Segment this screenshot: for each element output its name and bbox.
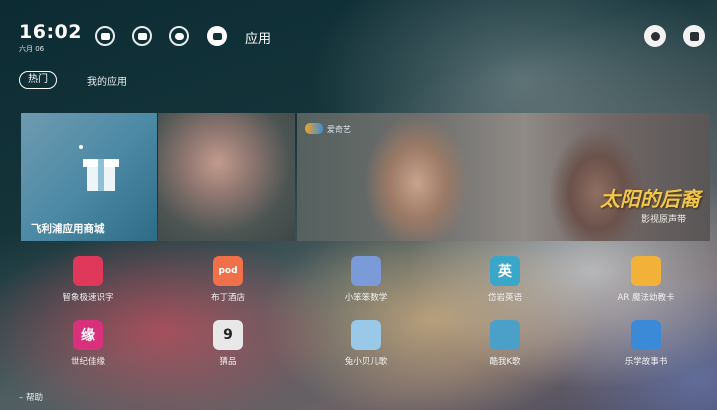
gear-icon[interactable] [644, 25, 666, 47]
app-label: AR 魔法幼教卡 [617, 293, 675, 303]
gamepad-icon[interactable] [169, 26, 189, 46]
app-label: 小笨笨数学 [344, 293, 388, 303]
app-tile[interactable]: 兔小贝儿歌 [306, 320, 426, 367]
guess-icon: 9 [213, 320, 243, 350]
app-label: 兔小贝儿歌 [344, 357, 388, 367]
app-store-banner[interactable]: 飞利浦应用商城 [21, 113, 157, 241]
bunny-icon [351, 320, 381, 350]
tab-hot[interactable]: 热门 [19, 71, 57, 89]
apps-icon[interactable] [207, 26, 227, 46]
jiayuan-glyph: 缘 [81, 328, 95, 344]
tab-my-apps[interactable]: 我的应用 [87, 73, 127, 88]
input-source-icon[interactable] [683, 25, 705, 47]
tv-app-screen: 16:02 六月 06 应用 热门 我的应用 飞利浦应用商城 爱奇艺 太阳的后裔… [0, 0, 717, 410]
drama-subtitle: 影视原声带 [640, 215, 686, 225]
app-tile[interactable]: 智象极速识字 [28, 256, 148, 303]
clock: 16:02 [19, 21, 82, 43]
english-book-icon: 英 [490, 256, 520, 286]
owl-book-icon [73, 256, 103, 286]
app-label: 乐学故事书 [624, 357, 668, 367]
app-tile[interactable]: 乐学故事书 [586, 320, 706, 367]
menu-dash-icon: – [19, 393, 26, 403]
app-tile[interactable]: AR 魔法幼教卡 [586, 256, 706, 303]
cartoon-math-icon [351, 256, 381, 286]
pod-glyph: pod [218, 266, 238, 276]
app-label: 世纪佳缘 [70, 357, 105, 367]
tv-icon[interactable] [132, 26, 152, 46]
app-tile[interactable]: 酷我K歌 [445, 320, 565, 367]
gift-box-icon [79, 145, 119, 191]
video-icon[interactable] [95, 26, 115, 46]
app-tile[interactable]: 英 岱岩英语 [445, 256, 565, 303]
app-tile[interactable]: pod 布丁酒店 [168, 256, 288, 303]
drama-banner[interactable]: 爱奇艺 太阳的后裔 影视原声带 [297, 113, 710, 241]
app-label: 酷我K歌 [489, 357, 521, 367]
drama-title: 太阳的后裔 [600, 187, 700, 211]
guess-glyph: 9 [223, 327, 233, 343]
app-tile[interactable]: 小笨笨数学 [306, 256, 426, 303]
app-label: 布丁酒店 [210, 293, 245, 303]
microphone-icon [490, 320, 520, 350]
date: 六月 06 [19, 45, 45, 53]
jiayuan-icon: 缘 [73, 320, 103, 350]
storybook-icon [631, 320, 661, 350]
family-photo-banner[interactable] [158, 113, 295, 241]
help-link[interactable]: – 帮助 [19, 391, 43, 403]
english-glyph: 英 [498, 264, 512, 280]
app-tile[interactable]: 缘 世纪佳缘 [28, 320, 148, 367]
app-label: 智象极速识字 [62, 293, 114, 303]
app-tile[interactable]: 9 猜品 [168, 320, 288, 367]
pod-hotel-icon: pod [213, 256, 243, 286]
nav-apps-label[interactable]: 应用 [245, 28, 271, 47]
app-store-label: 飞利浦应用商城 [31, 223, 105, 235]
drama-logo-text: 爱奇艺 [327, 125, 351, 134]
app-label: 猜品 [219, 357, 237, 367]
iqiyi-logo-icon [305, 123, 323, 134]
frog-icon [631, 256, 661, 286]
help-label: 帮助 [25, 393, 43, 403]
app-label: 岱岩英语 [487, 293, 522, 303]
